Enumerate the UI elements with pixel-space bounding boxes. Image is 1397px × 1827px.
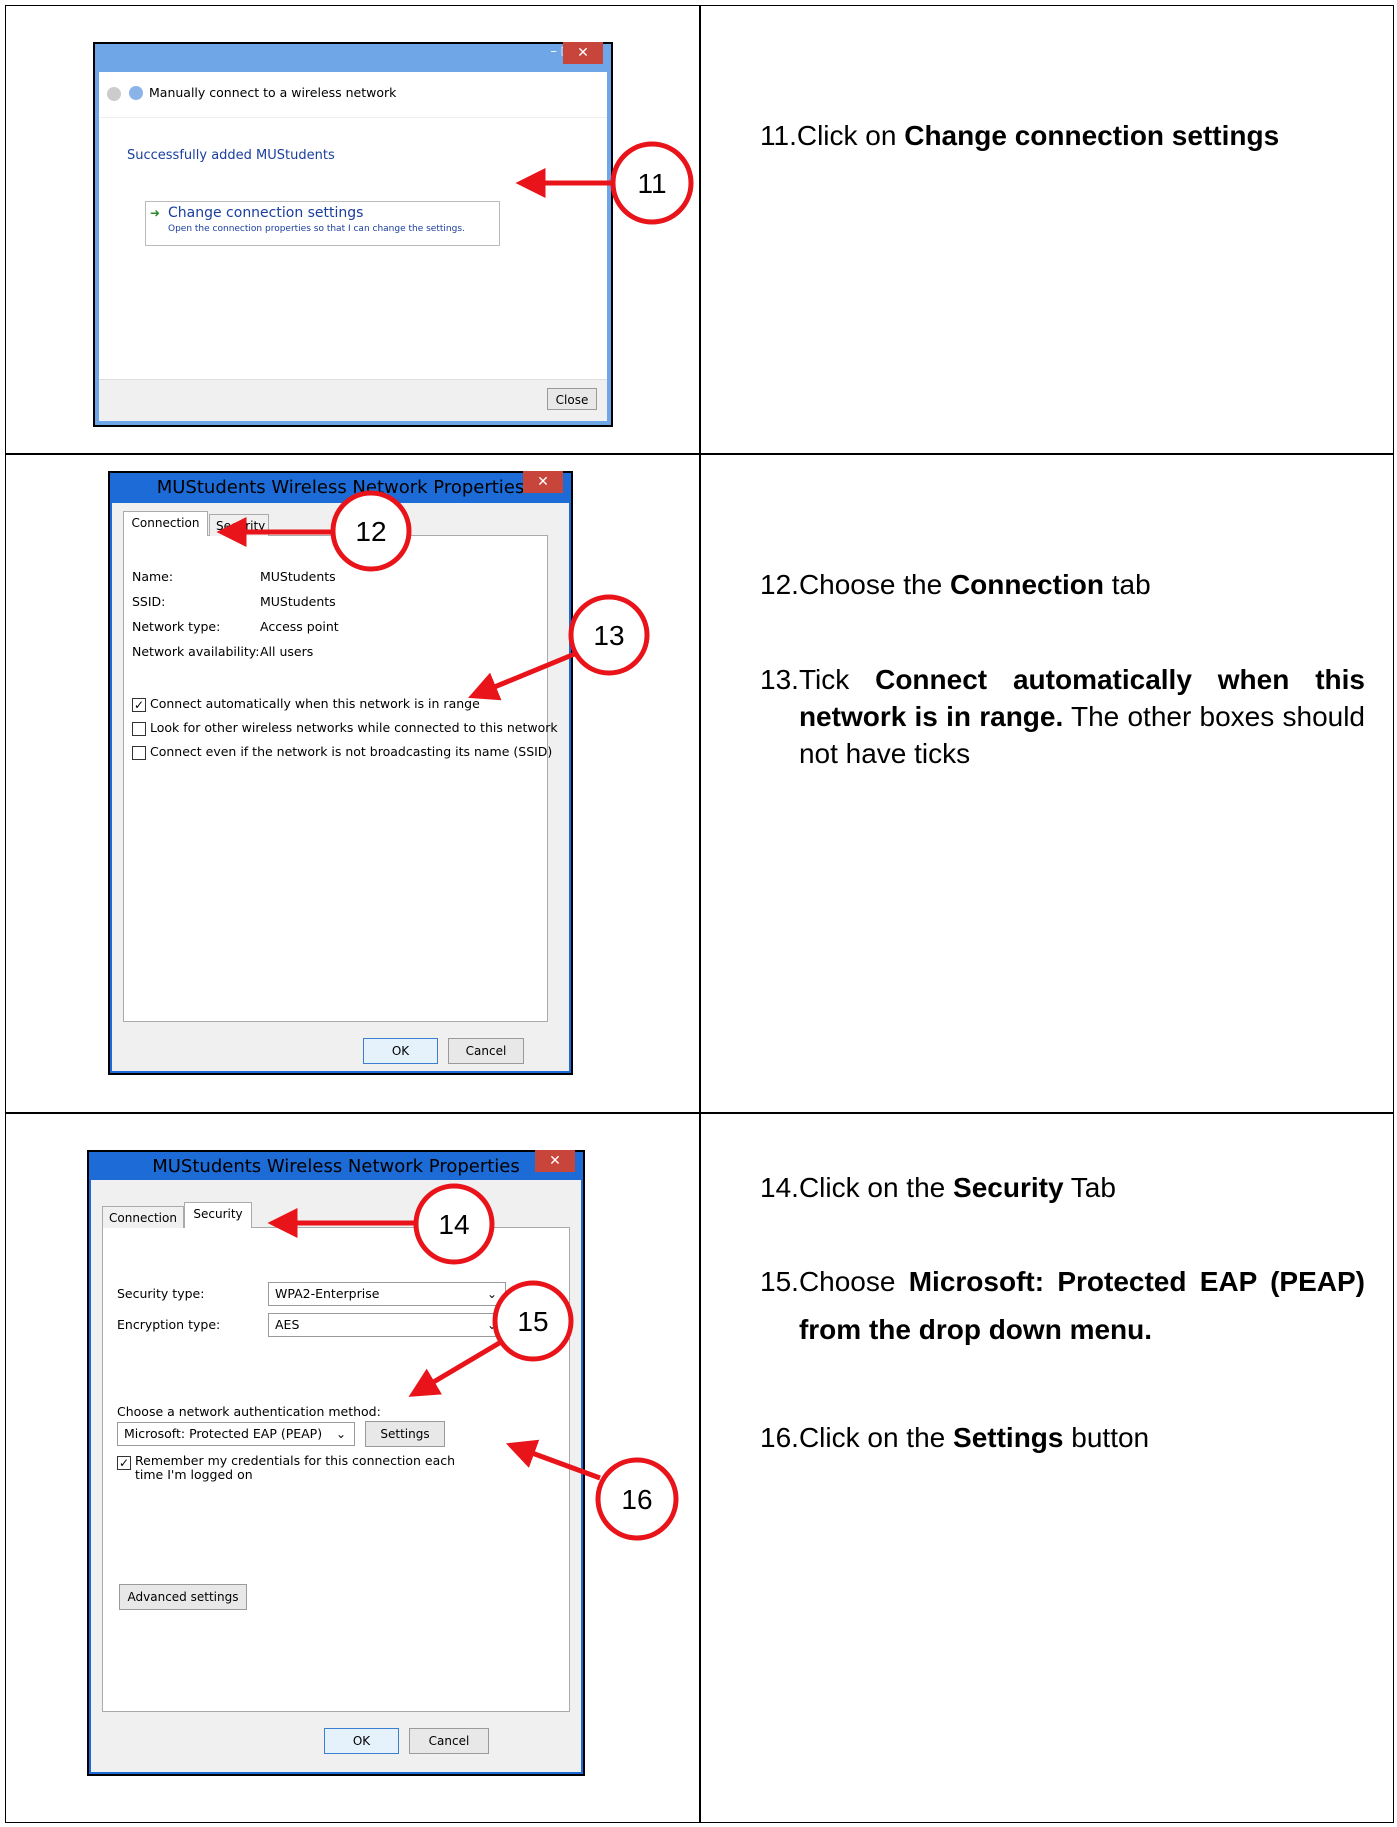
advanced-settings-button[interactable]: Advanced settings [119,1584,247,1610]
properties-window-connection: MUStudents Wireless Network Properties ✕… [108,471,573,1075]
step-text: Click on [796,120,905,151]
step-text: Choose the [798,569,950,600]
field-label: SSID: [132,594,166,609]
step-text: button [1063,1422,1150,1453]
step-text: Click on the [798,1422,954,1453]
step-number: 14. [760,1172,799,1203]
window-footer: Close [99,379,607,421]
properties-window-security: MUStudents Wireless Network Properties ✕… [87,1150,585,1776]
close-button[interactable]: Close [547,388,597,410]
look-for-other-networks-checkbox[interactable] [132,722,146,736]
auth-method-dropdown[interactable]: Microsoft: Protected EAP (PEAP) ⌄ [117,1422,355,1446]
table-row-divider [5,453,1394,455]
auth-method-value: Microsoft: Protected EAP (PEAP) [124,1426,323,1441]
tab-security[interactable]: Security [209,514,269,536]
window-close-button[interactable]: ✕ [563,42,603,64]
table-column-divider [699,5,701,1823]
network-icon [129,86,143,100]
step-15: 15. Choose Microsoft: Protected EAP (PEA… [760,1258,1365,1354]
step-number: 12. [760,569,799,600]
encryption-type-value: AES [275,1317,300,1332]
cancel-button[interactable]: Cancel [448,1038,524,1064]
field-value: MUStudents [260,569,336,584]
window-client: Manually connect to a wireless network S… [99,72,607,421]
step-text: tab [1103,569,1151,600]
security-type-label: Security type: [117,1286,205,1301]
remember-credentials-label: Remember my credentials for this connect… [135,1454,455,1482]
settings-button[interactable]: Settings [365,1421,445,1447]
security-type-dropdown[interactable]: WPA2-Enterprise ⌄ [268,1282,506,1306]
tab-connection[interactable]: Connection [123,511,208,536]
back-icon[interactable] [107,87,121,101]
connect-automatically-label: Connect automatically when this network … [150,696,480,711]
change-connection-settings-link[interactable]: ➜ Change connection settings Open the co… [145,201,500,246]
ok-button[interactable]: OK [324,1728,399,1754]
window-client: Connection Security Security type: WPA2-… [91,1180,581,1772]
tab-security[interactable]: Security [184,1202,252,1228]
remember-credentials-line: time I'm logged on [135,1467,253,1482]
step-bold-text: Security [953,1172,1064,1203]
step-text: Tab [1063,1172,1116,1203]
step-bold-text: Connection [949,569,1104,600]
look-for-other-networks-label: Look for other wireless networks while c… [150,720,558,735]
security-type-value: WPA2-Enterprise [275,1286,380,1301]
window-client: Connection Security Name: MUStudents SSI… [112,503,569,1071]
window-close-button[interactable]: ✕ [535,1150,575,1172]
connect-automatically-checkbox[interactable]: ✓ [132,698,146,712]
step-bold-text: Change connection settings [904,120,1280,151]
step-text: Choose [798,1266,909,1297]
window-title: MUStudents Wireless Network Properties [156,477,525,498]
step-bold-text: Settings [953,1422,1064,1453]
step-14: 14. Click on the Security Tab [760,1170,1365,1207]
step-number: 11. [760,120,797,151]
step-number: 16. [760,1422,799,1453]
encryption-type-dropdown[interactable]: AES ⌄ [268,1313,506,1337]
connect-even-if-hidden-label: Connect even if the network is not broad… [150,744,553,759]
step-11: 11. Click on Change connection settings [760,118,1365,155]
field-label: Name: [132,569,174,584]
table-row-divider [5,1112,1394,1114]
auth-method-label: Choose a network authentication method: [117,1404,381,1419]
green-arrow-icon: ➜ [150,206,161,220]
field-value: MUStudents [260,594,336,609]
step-13: 13. Tick Connect automatically when this… [760,662,1365,773]
window-title: Manually connect to a wireless network [149,85,397,100]
remember-credentials-checkbox[interactable]: ✓ [117,1456,131,1470]
field-label: Network type: [132,619,221,634]
change-connection-settings-desc: Open the connection properties so that I… [168,224,465,234]
chevron-down-icon: ⌄ [486,1287,497,1301]
step-text: Tick [798,664,876,695]
remember-credentials-line: Remember my credentials for this connect… [135,1453,456,1468]
manual-connect-window: – □ ✕ Manually connect to a wireless net… [93,42,613,427]
step-text: Click on the [798,1172,954,1203]
window-title: MUStudents Wireless Network Properties [152,1156,520,1177]
change-connection-settings-label: Change connection settings [168,205,364,221]
connect-even-if-hidden-checkbox[interactable] [132,746,146,760]
tab-connection[interactable]: Connection [102,1206,184,1228]
window-header: Manually connect to a wireless network [99,72,607,118]
success-heading: Successfully added MUStudents [127,148,335,163]
step-16: 16. Click on the Settings button [760,1420,1365,1457]
window-close-button[interactable]: ✕ [523,471,563,493]
chevron-down-icon: ⌄ [335,1427,346,1441]
chevron-down-icon: ⌄ [486,1318,497,1332]
ok-button[interactable]: OK [363,1038,438,1064]
step-number: 13. [760,664,799,695]
step-12: 12. Choose the Connection tab [760,567,1365,604]
minimize-icon[interactable]: – [551,44,558,59]
cancel-button[interactable]: Cancel [409,1728,489,1754]
step-number: 15. [760,1266,799,1297]
encryption-type-label: Encryption type: [117,1317,221,1332]
field-label: Network availability: [132,644,260,659]
field-value: Access point [260,619,339,634]
field-value: All users [260,644,314,659]
